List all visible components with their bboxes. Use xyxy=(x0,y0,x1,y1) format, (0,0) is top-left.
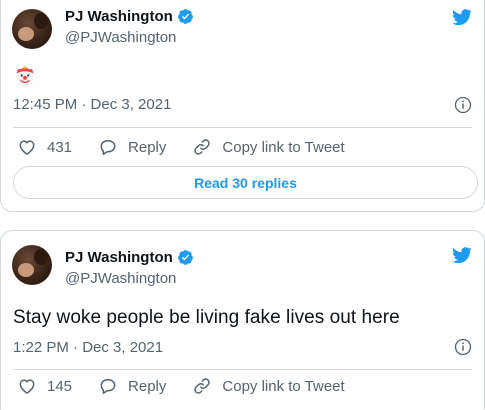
tweet-actions: 431 Reply Copy link to Tweet xyxy=(17,137,371,157)
avatar[interactable] xyxy=(12,245,52,285)
reply-bubble-icon xyxy=(100,379,116,394)
clown-face-emoji xyxy=(16,66,34,86)
divider xyxy=(13,127,472,128)
twitter-bird-icon[interactable] xyxy=(450,245,474,265)
info-icon[interactable] xyxy=(454,96,472,114)
copy-link-button[interactable]: Copy link to Tweet xyxy=(192,137,345,157)
author-handle[interactable]: @PJWashington xyxy=(65,29,176,46)
read-replies-button[interactable]: Read 30 replies xyxy=(13,166,478,199)
avatar[interactable] xyxy=(12,9,52,49)
tweet-text: Stay woke people be living fake lives ou… xyxy=(13,307,400,328)
author-name[interactable]: PJ Washington xyxy=(65,249,173,266)
heart-icon xyxy=(19,379,35,394)
tweet-actions: 145 Reply Copy link to Tweet xyxy=(17,376,371,396)
tweet-timestamp[interactable]: 12:45 PM · Dec 3, 2021 xyxy=(13,96,171,113)
author-row: PJ Washington xyxy=(65,8,194,25)
reply-button[interactable]: Reply xyxy=(98,376,166,396)
tweet-timestamp[interactable]: 1:22 PM · Dec 3, 2021 xyxy=(13,339,163,356)
like-button[interactable]: 145 xyxy=(17,376,72,396)
reply-bubble-icon xyxy=(100,140,116,155)
reply-button[interactable]: Reply xyxy=(98,137,166,157)
like-count: 145 xyxy=(47,377,73,395)
verified-badge-icon xyxy=(177,250,193,265)
like-button[interactable]: 431 xyxy=(17,137,72,157)
heart-icon xyxy=(19,140,35,155)
tweet-card[interactable]: PJ Washington @PJWashington Stay woke pe… xyxy=(0,230,485,410)
tweet-card[interactable]: PJ Washington @PJWashington 12:45 PM · D… xyxy=(0,0,485,212)
link-icon xyxy=(194,139,211,155)
reply-label: Reply xyxy=(128,377,167,395)
twitter-bird-icon[interactable] xyxy=(450,7,474,27)
copy-link-button[interactable]: Copy link to Tweet xyxy=(192,376,345,396)
author-name[interactable]: PJ Washington xyxy=(65,8,173,25)
link-icon xyxy=(194,378,211,394)
copy-link-label: Copy link to Tweet xyxy=(222,138,345,156)
reply-label: Reply xyxy=(128,138,167,156)
info-icon[interactable] xyxy=(454,338,472,356)
verified-badge-icon xyxy=(177,9,193,24)
divider xyxy=(13,369,472,370)
author-row: PJ Washington xyxy=(65,249,194,266)
like-count: 431 xyxy=(47,138,73,156)
copy-link-label: Copy link to Tweet xyxy=(222,377,345,395)
author-handle[interactable]: @PJWashington xyxy=(65,270,176,287)
